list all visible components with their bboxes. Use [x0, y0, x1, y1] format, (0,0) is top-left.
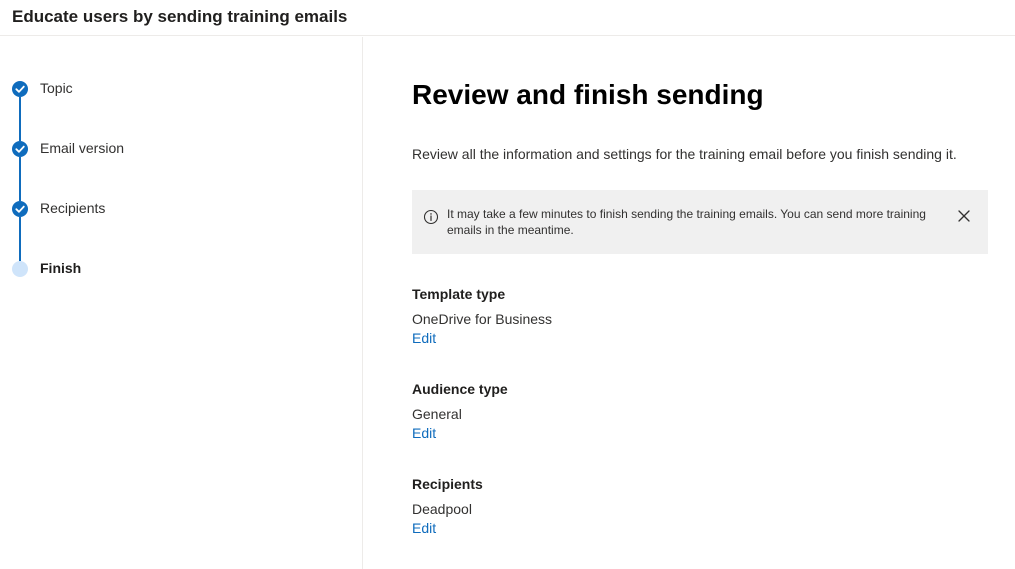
- section-heading: Template type: [412, 286, 506, 302]
- edit-audience-type-link[interactable]: Edit: [412, 425, 436, 441]
- section-value: OneDrive for Business: [412, 311, 553, 327]
- step-label: Recipients: [40, 200, 106, 216]
- info-message-text: It may take a few minutes to finish send…: [447, 207, 926, 237]
- page-description: Review all the information and settings …: [412, 146, 957, 162]
- checkmark-circle-icon: [12, 81, 28, 97]
- pending-step-circle-icon: [12, 261, 28, 277]
- info-icon: [423, 209, 439, 225]
- page-title: Review and finish sending: [412, 79, 764, 110]
- section-template-type: Template type OneDrive for Business Edit: [412, 286, 552, 348]
- close-icon[interactable]: [954, 206, 974, 226]
- section-heading: Audience type: [412, 381, 508, 397]
- step-label: Email version: [40, 140, 125, 156]
- review-panel: Review and finish sending Review all the…: [364, 37, 1015, 569]
- step-label: Finish: [40, 260, 82, 276]
- info-message-bar: It may take a few minutes to finish send…: [412, 190, 988, 254]
- edit-template-type-link[interactable]: Edit: [412, 330, 436, 346]
- edit-recipients-link[interactable]: Edit: [412, 520, 436, 536]
- section-value: Deadpool: [412, 501, 472, 517]
- wizard-title: Educate users by sending training emails: [12, 7, 348, 26]
- checkmark-circle-icon: [12, 201, 28, 217]
- step-connector: [19, 217, 21, 261]
- section-recipients: Recipients Deadpool Edit: [412, 476, 483, 538]
- checkmark-circle-icon: [12, 141, 28, 157]
- step-connector: [19, 157, 21, 201]
- step-label: Topic: [40, 80, 73, 96]
- page-header: Educate users by sending training emails: [0, 0, 1015, 36]
- wizard-step-nav: Topic Email version Recipients Finish: [0, 37, 363, 569]
- section-audience-type: Audience type General Edit: [412, 381, 508, 443]
- section-heading: Recipients: [412, 476, 483, 492]
- section-value: General: [412, 406, 462, 422]
- step-connector: [19, 97, 21, 141]
